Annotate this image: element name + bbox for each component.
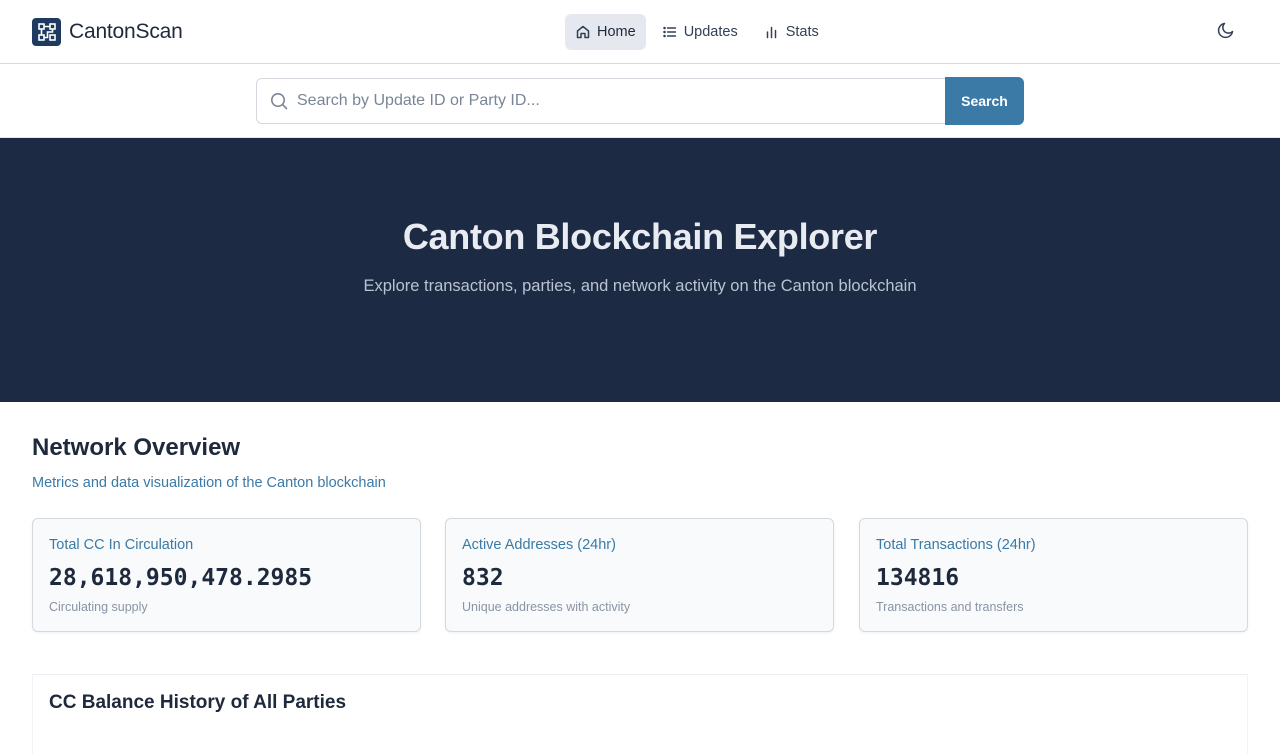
stat-card-value: 28,618,950,478.2985 — [49, 565, 313, 591]
nav-item-label: Home — [597, 24, 636, 40]
home-icon — [575, 24, 591, 40]
theme-toggle-button[interactable] — [1212, 18, 1240, 46]
stat-card-value: 832 — [462, 565, 504, 591]
chart-title: CC Balance History of All Parties — [49, 692, 347, 713]
stat-card-active-addresses: Active Addresses (24hr) 832 Unique addre… — [445, 518, 834, 632]
stat-card-circulation: Total CC In Circulation 28,618,950,478.2… — [32, 518, 421, 632]
search-bar-section: Search — [0, 65, 1280, 138]
stat-card-label: Active Addresses (24hr) — [462, 537, 616, 553]
section-title: Network Overview — [32, 434, 241, 461]
brand-home-link[interactable]: CantonScan — [32, 18, 183, 46]
nav-item-label: Stats — [785, 24, 819, 40]
stat-card-label: Total CC In Circulation — [49, 537, 194, 553]
list-icon — [662, 24, 678, 40]
brand-name: CantonScan — [69, 20, 183, 43]
main-nav: Home Updates Stats — [565, 14, 829, 50]
hero-title: Canton Blockchain Explorer — [402, 216, 878, 257]
nav-item-stats[interactable]: Stats — [754, 14, 829, 50]
search-button[interactable]: Search — [945, 77, 1024, 125]
stat-card-caption: Transactions and transfers — [876, 600, 1024, 614]
search-box — [256, 78, 945, 124]
stat-card-label: Total Transactions (24hr) — [876, 537, 1036, 553]
search-icon — [269, 91, 289, 111]
bar-chart-icon — [764, 24, 780, 40]
section-subtitle: Metrics and data visualization of the Ca… — [32, 475, 386, 491]
stat-card-transactions: Total Transactions (24hr) 134816 Transac… — [859, 518, 1248, 632]
stat-card-value: 134816 — [876, 565, 960, 591]
balance-history-card: CC Balance History of All Parties — [32, 674, 1248, 754]
hero-subtitle: Explore transactions, parties, and netwo… — [363, 277, 917, 295]
hero-banner: Canton Blockchain Explorer Explore trans… — [0, 138, 1280, 402]
nav-item-label: Updates — [683, 24, 738, 40]
top-navbar: CantonScan Home Updates Stats — [0, 0, 1280, 64]
nav-item-updates[interactable]: Updates — [652, 14, 748, 50]
nav-item-home[interactable]: Home — [565, 14, 646, 50]
search-input[interactable] — [297, 81, 917, 121]
logo-icon — [32, 18, 61, 46]
stat-card-caption: Unique addresses with activity — [462, 600, 631, 614]
moon-icon — [1216, 20, 1236, 45]
stat-card-caption: Circulating supply — [49, 600, 148, 614]
